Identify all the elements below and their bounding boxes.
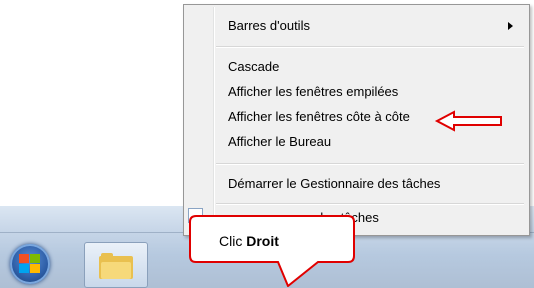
callout-prefix: Clic bbox=[219, 233, 247, 249]
callout-text: Clic Droit bbox=[219, 233, 279, 249]
callout-bold: Droit bbox=[246, 233, 279, 249]
